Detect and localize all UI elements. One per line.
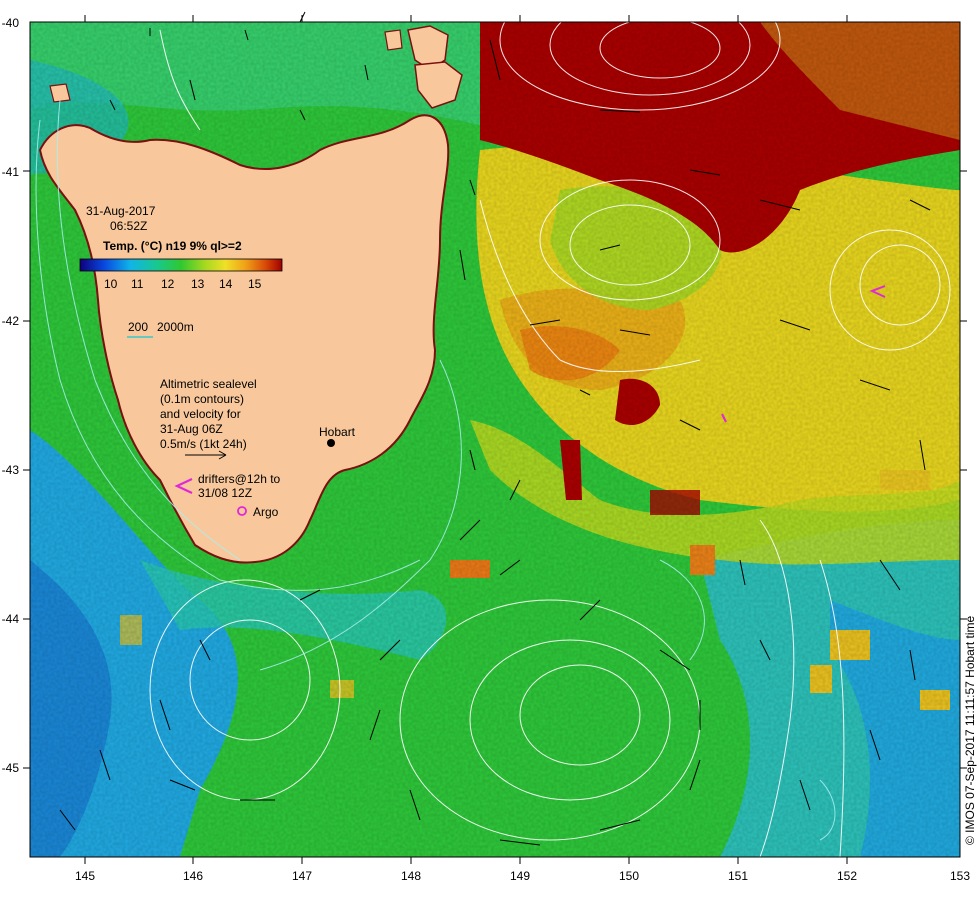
lat-tick-label: -42 bbox=[2, 314, 20, 328]
map-time: 06:52Z bbox=[110, 219, 147, 233]
depth-label-2000: 2000m bbox=[157, 320, 194, 334]
depth-label-200: 200 bbox=[128, 320, 148, 334]
colorbar-tick: 11 bbox=[131, 277, 144, 291]
lon-tick-label: 149 bbox=[510, 869, 530, 883]
lon-tick-label: 152 bbox=[837, 869, 857, 883]
sst-map: 145 146 147 148 149 150 151 152 153 -40 … bbox=[2, 0, 977, 883]
lat-tick-label: -44 bbox=[2, 612, 20, 626]
lat-tick-label: -40 bbox=[2, 16, 20, 30]
credit-text: © IMOS 07-Sep-2017 11:11:57 Hobart time bbox=[963, 615, 977, 845]
lat-axis: -40 -41 -42 -43 -44 -45 bbox=[2, 16, 20, 775]
altimetry-line: Altimetric sealevel bbox=[160, 377, 257, 391]
altimetry-line: (0.1m contours) bbox=[160, 392, 244, 406]
altimetry-line: 31-Aug 06Z bbox=[160, 422, 223, 436]
lon-tick-label: 145 bbox=[75, 869, 95, 883]
colorbar-tick: 15 bbox=[248, 277, 262, 291]
lon-tick-label: 148 bbox=[401, 869, 421, 883]
colorbar-tick: 13 bbox=[191, 277, 205, 291]
lat-tick-label: -43 bbox=[2, 463, 20, 477]
colorbar-tick: 12 bbox=[161, 277, 175, 291]
hobart-marker bbox=[327, 439, 335, 447]
lon-tick-label: 150 bbox=[619, 869, 639, 883]
altimetry-line: 0.5m/s (1kt 24h) bbox=[160, 437, 247, 451]
altimetry-line: and velocity for bbox=[160, 407, 241, 421]
lon-tick-label: 153 bbox=[950, 869, 970, 883]
lat-tick-label: -41 bbox=[2, 165, 20, 179]
argo-label: Argo bbox=[253, 505, 279, 519]
drifter-legend-line: drifters@12h to bbox=[198, 472, 281, 486]
drifter-legend-line: 31/08 12Z bbox=[198, 486, 252, 500]
colorbar-title: Temp. (°C) n19 9% ql>=2 bbox=[103, 239, 242, 253]
colorbar-tick: 14 bbox=[219, 277, 233, 291]
lon-tick-label: 146 bbox=[183, 869, 203, 883]
map-date: 31-Aug-2017 bbox=[86, 204, 156, 218]
colorbar-tick: 10 bbox=[104, 277, 118, 291]
hobart-label: Hobart bbox=[319, 425, 356, 439]
lat-tick-label: -45 bbox=[2, 761, 20, 775]
colorbar bbox=[79, 258, 283, 272]
lon-axis: 145 146 147 148 149 150 151 152 153 bbox=[75, 869, 970, 883]
lon-tick-label: 151 bbox=[728, 869, 748, 883]
lon-tick-label: 147 bbox=[292, 869, 312, 883]
